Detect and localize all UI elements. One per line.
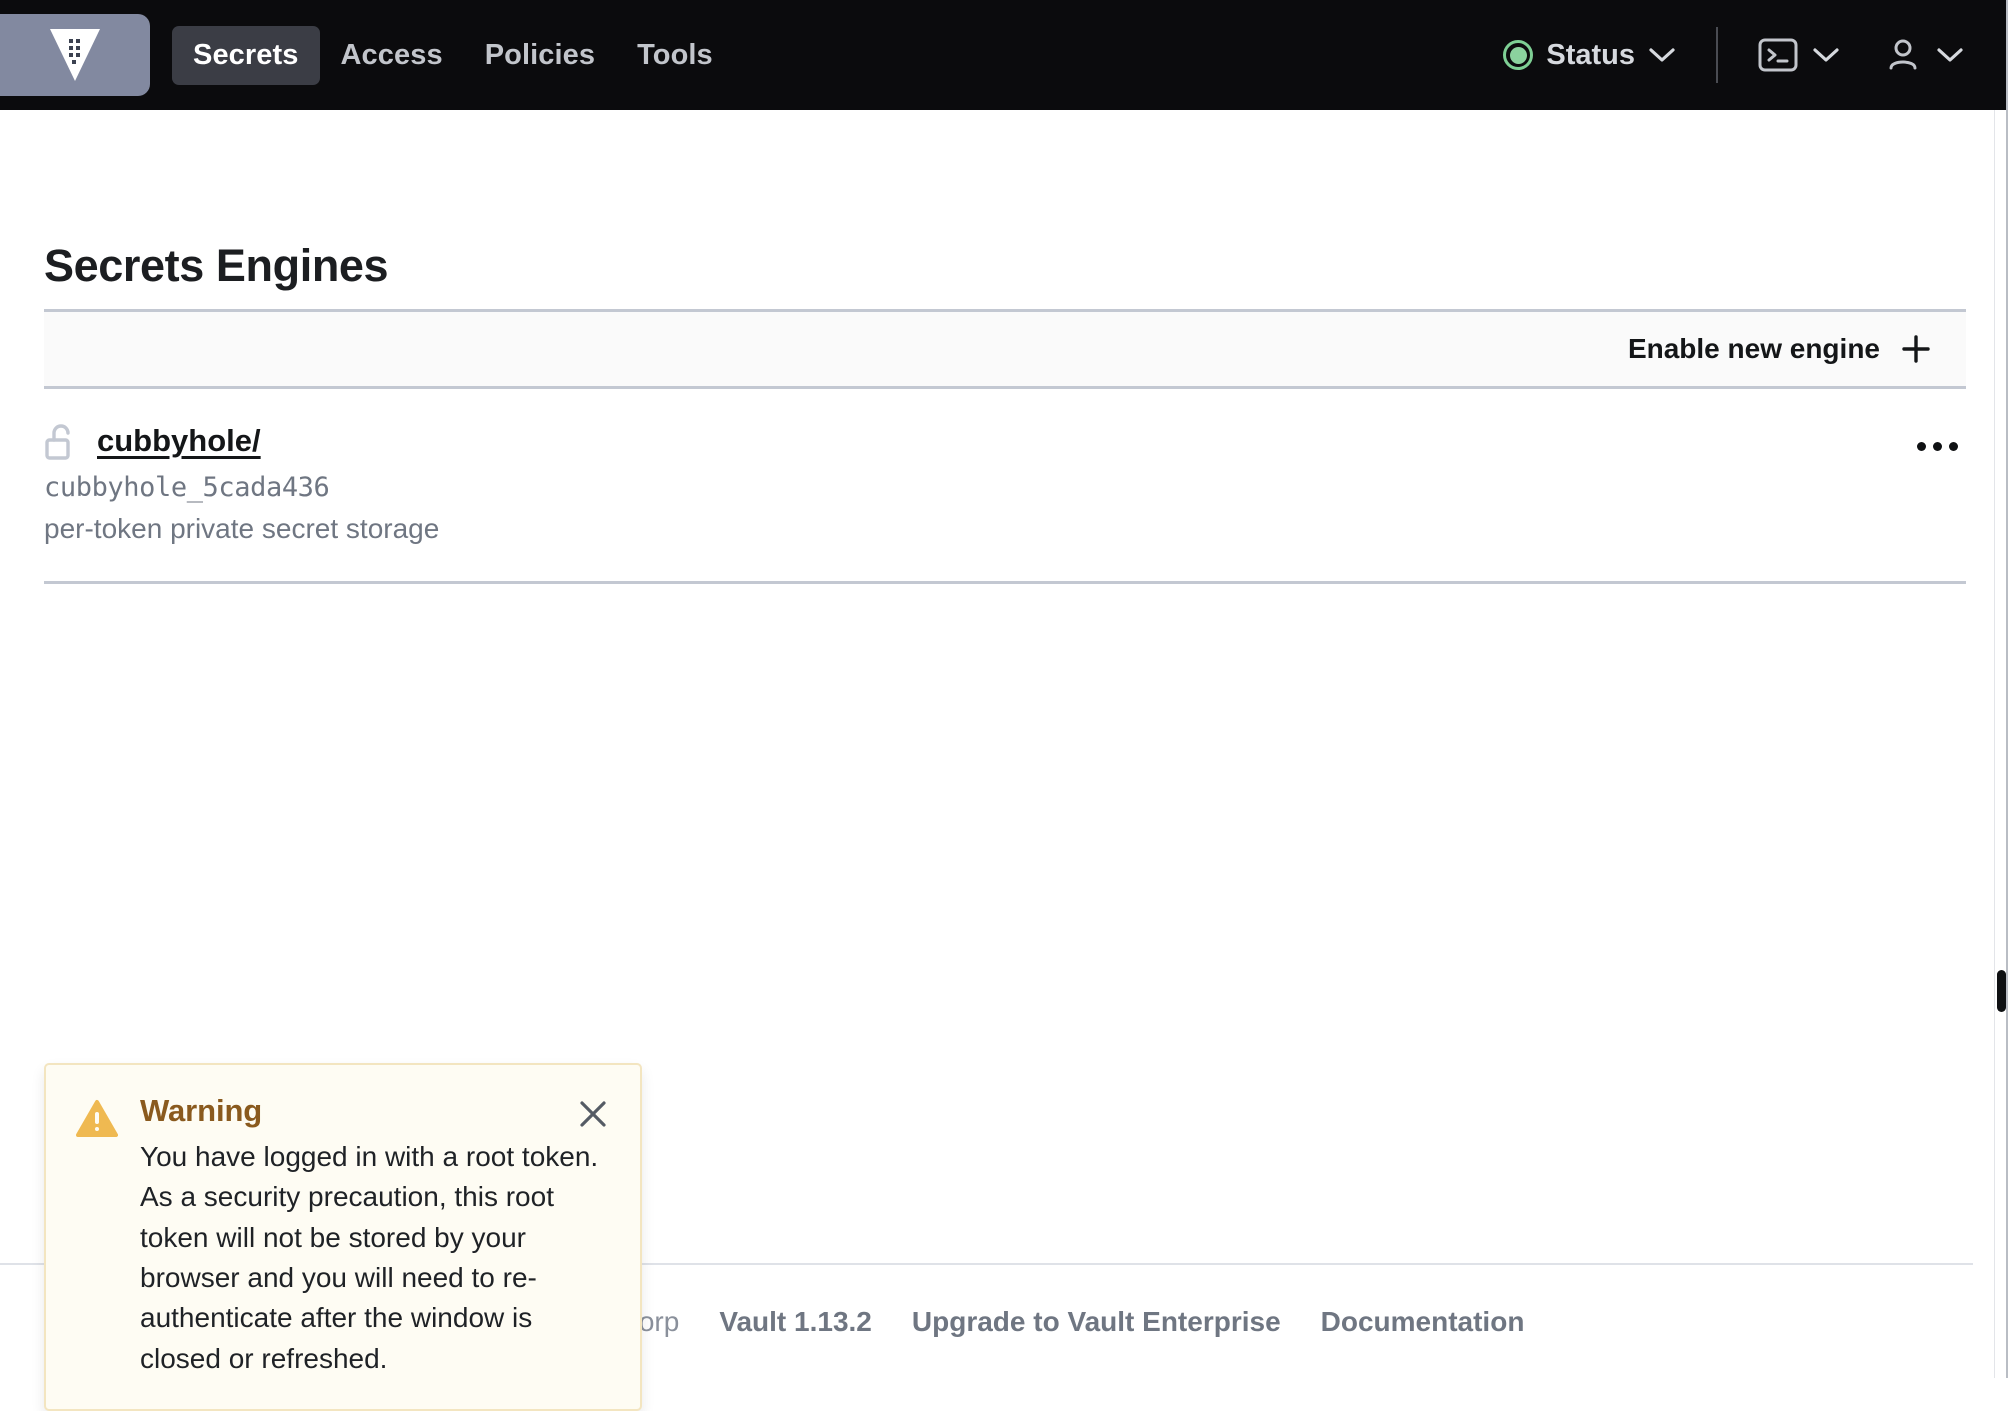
user-icon: [1889, 39, 1917, 70]
nav-link-policies[interactable]: Policies: [464, 26, 616, 85]
navbar-right-group: Status: [1503, 0, 2008, 110]
nav-link-tools[interactable]: Tools: [616, 26, 734, 85]
engines-toolbar: Enable new engine: [44, 309, 1966, 389]
plus-icon: [1902, 335, 1930, 363]
primary-nav: Secrets Access Policies Tools: [172, 25, 734, 85]
chevron-down-icon: [1649, 48, 1675, 62]
secrets-engine-list: cubbyhole/ cubbyhole_5cada436 per-token …: [44, 420, 1966, 584]
row-overflow-menu-button[interactable]: [1917, 442, 1958, 451]
toast-body: Warning You have logged in with a root t…: [140, 1093, 610, 1379]
chevron-down-icon: [1813, 48, 1839, 62]
terminal-icon: [1758, 38, 1798, 72]
status-menu[interactable]: Status: [1503, 39, 1676, 72]
warning-triangle-icon: [76, 1100, 118, 1137]
chevron-down-icon: [1937, 48, 1963, 62]
console-menu[interactable]: [1758, 38, 1840, 72]
status-indicator-icon: [1503, 40, 1534, 70]
user-menu[interactable]: [1884, 36, 1964, 74]
toast-title: Warning: [140, 1093, 263, 1128]
navbar-divider: [1716, 27, 1718, 83]
engine-accessor: cubbyhole_5cada436: [44, 472, 330, 503]
scrollbar-thumb[interactable]: [1997, 970, 2006, 1012]
enable-new-engine-button[interactable]: Enable new engine: [1628, 333, 1966, 365]
footer-link-vault-version[interactable]: Vault 1.13.2: [719, 1306, 872, 1338]
vault-logo[interactable]: [0, 14, 150, 96]
status-label: Status: [1546, 38, 1635, 71]
list-item: cubbyhole/ cubbyhole_5cada436 per-token …: [44, 420, 1966, 571]
nav-link-access[interactable]: Access: [320, 26, 464, 85]
list-divider: [44, 581, 1966, 584]
engine-path-link[interactable]: cubbyhole/: [97, 423, 261, 459]
close-icon[interactable]: [576, 1097, 610, 1136]
unlocked-padlock-icon: [45, 424, 70, 460]
enable-new-engine-label: Enable new engine: [1627, 333, 1880, 364]
warning-toast: Warning You have logged in with a root t…: [44, 1063, 642, 1411]
toast-message: You have logged in with a root token. As…: [140, 1141, 599, 1374]
engine-description: per-token private secret storage: [44, 513, 440, 544]
footer-link-upgrade[interactable]: Upgrade to Vault Enterprise: [912, 1306, 1281, 1338]
page-title: Secrets Engines: [44, 240, 389, 291]
nav-link-secrets[interactable]: Secrets: [172, 25, 320, 85]
top-navbar: Secrets Access Policies Tools Status: [0, 0, 2008, 110]
engine-header: cubbyhole/: [44, 420, 1966, 462]
footer-link-documentation[interactable]: Documentation: [1321, 1306, 1525, 1338]
